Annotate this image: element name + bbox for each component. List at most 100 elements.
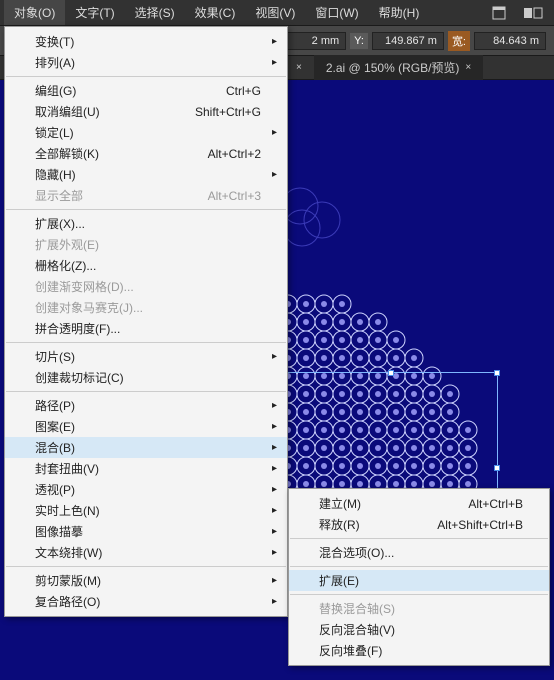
- tab-close-icon[interactable]: ×: [465, 62, 471, 73]
- menu-item-label: 图像描摹: [35, 523, 83, 540]
- menu-item-shortcut: Ctrl+G: [226, 84, 261, 98]
- blend-submenu-item[interactable]: 反向混合轴(V): [289, 619, 549, 640]
- arrange-icon[interactable]: [522, 4, 544, 22]
- object-menu-item[interactable]: 编组(G) Ctrl+G: [5, 80, 287, 101]
- menu-item-label: 反向混合轴(V): [319, 621, 395, 638]
- blend-submenu-item[interactable]: 扩展(E): [289, 570, 549, 591]
- object-menu-item[interactable]: 路径(P): [5, 395, 287, 416]
- menubar: 对象(O) 文字(T) 选择(S) 效果(C) 视图(V) 窗口(W) 帮助(H…: [0, 0, 554, 26]
- menu-item-label: 拼合透明度(F)...: [35, 320, 120, 337]
- menu-separator: [6, 566, 286, 567]
- menu-item-label: 扩展(X)...: [35, 215, 85, 232]
- blend-submenu-item: 替换混合轴(S): [289, 598, 549, 619]
- object-menu-item[interactable]: 拼合透明度(F)...: [5, 318, 287, 339]
- menu-item-label: 显示全部: [35, 187, 83, 204]
- menu-separator: [290, 594, 548, 595]
- object-menu-item[interactable]: 图像描摹: [5, 521, 287, 542]
- object-menu-item[interactable]: 全部解锁(K) Alt+Ctrl+2: [5, 143, 287, 164]
- menu-type[interactable]: 文字(T): [65, 0, 124, 25]
- menu-item-label: 混合选项(O)...: [319, 544, 394, 561]
- menu-item-label: 创建对象马赛克(J)...: [35, 299, 143, 316]
- menu-item-label: 全部解锁(K): [35, 145, 99, 162]
- menu-item-label: 创建裁切标记(C): [35, 369, 124, 386]
- menu-item-label: 建立(M): [319, 495, 361, 512]
- menu-item-label: 隐藏(H): [35, 166, 76, 183]
- document-tab[interactable]: 2.ai @ 150% (RGB/预览) ×: [314, 55, 483, 80]
- menu-item-label: 透视(P): [35, 481, 75, 498]
- w-value[interactable]: 84.643 m: [474, 32, 546, 50]
- menu-item-label: 图案(E): [35, 418, 75, 435]
- object-menu-item[interactable]: 文本绕排(W): [5, 542, 287, 563]
- object-menu-item: 创建对象马赛克(J)...: [5, 297, 287, 318]
- menu-item-label: 创建渐变网格(D)...: [35, 278, 134, 295]
- menu-item-label: 实时上色(N): [35, 502, 100, 519]
- menu-select[interactable]: 选择(S): [125, 0, 185, 25]
- menu-help[interactable]: 帮助(H): [369, 0, 430, 25]
- menu-item-label: 扩展外观(E): [35, 236, 99, 253]
- menu-item-label: 替换混合轴(S): [319, 600, 395, 617]
- object-menu-item[interactable]: 混合(B): [5, 437, 287, 458]
- blend-submenu: 建立(M) Alt+Ctrl+B 释放(R) Alt+Shift+Ctrl+B 混合选项…: [288, 488, 550, 666]
- menu-item-label: 混合(B): [35, 439, 75, 456]
- y-value[interactable]: 149.867 m: [372, 32, 444, 50]
- menu-item-shortcut: Alt+Shift+Ctrl+B: [437, 518, 523, 532]
- menu-separator: [6, 209, 286, 210]
- object-menu-item[interactable]: 扩展(X)...: [5, 213, 287, 234]
- menu-object[interactable]: 对象(O): [4, 0, 65, 25]
- object-menu-item[interactable]: 切片(S): [5, 346, 287, 367]
- menu-separator: [290, 566, 548, 567]
- selection-handle[interactable]: [388, 370, 394, 376]
- menu-item-shortcut: Shift+Ctrl+G: [195, 105, 261, 119]
- menu-separator: [6, 76, 286, 77]
- menu-separator: [290, 538, 548, 539]
- menu-item-label: 文本绕排(W): [35, 544, 102, 561]
- tab-label: 2.ai @ 150% (RGB/预览): [326, 59, 460, 76]
- object-menu-item: 扩展外观(E): [5, 234, 287, 255]
- menu-item-label: 锁定(L): [35, 124, 74, 141]
- y-label: Y:: [350, 33, 368, 49]
- menu-item-label: 封套扭曲(V): [35, 460, 99, 477]
- selection-handle[interactable]: [494, 465, 500, 471]
- prev-tab-close-icon[interactable]: ×: [296, 62, 302, 73]
- object-menu-item[interactable]: 取消编组(U) Shift+Ctrl+G: [5, 101, 287, 122]
- blend-submenu-item[interactable]: 释放(R) Alt+Shift+Ctrl+B: [289, 514, 549, 535]
- doc-icon[interactable]: [488, 4, 510, 22]
- object-menu-item[interactable]: 实时上色(N): [5, 500, 287, 521]
- menu-item-label: 复合路径(O): [35, 593, 100, 610]
- menu-separator: [6, 391, 286, 392]
- object-menu-item[interactable]: 排列(A): [5, 52, 287, 73]
- menu-item-label: 路径(P): [35, 397, 75, 414]
- menu-item-label: 释放(R): [319, 516, 360, 533]
- object-menu-item[interactable]: 复合路径(O): [5, 591, 287, 612]
- object-menu-item[interactable]: 透视(P): [5, 479, 287, 500]
- blend-submenu-item[interactable]: 反向堆叠(F): [289, 640, 549, 661]
- object-menu-item[interactable]: 变换(T): [5, 31, 287, 52]
- menu-item-label: 切片(S): [35, 348, 75, 365]
- menu-window[interactable]: 窗口(W): [305, 0, 368, 25]
- object-menu-item[interactable]: 隐藏(H): [5, 164, 287, 185]
- object-menu-item: 创建渐变网格(D)...: [5, 276, 287, 297]
- menu-item-label: 栅格化(Z)...: [35, 257, 96, 274]
- menu-item-label: 编组(G): [35, 82, 76, 99]
- object-menu-item[interactable]: 图案(E): [5, 416, 287, 437]
- menu-view[interactable]: 视图(V): [245, 0, 305, 25]
- object-menu-item[interactable]: 创建裁切标记(C): [5, 367, 287, 388]
- menu-item-label: 取消编组(U): [35, 103, 100, 120]
- menu-item-label: 剪切蒙版(M): [35, 572, 101, 589]
- object-menu: 变换(T) 排列(A) 编组(G) Ctrl+G 取消编组(U) Shift+Ctrl+G…: [4, 26, 288, 617]
- selection-handle[interactable]: [494, 370, 500, 376]
- blend-submenu-item[interactable]: 建立(M) Alt+Ctrl+B: [289, 493, 549, 514]
- menu-item-shortcut: Alt+Ctrl+3: [208, 189, 261, 203]
- object-menu-item[interactable]: 锁定(L): [5, 122, 287, 143]
- object-menu-item: 显示全部 Alt+Ctrl+3: [5, 185, 287, 206]
- object-menu-item[interactable]: 剪切蒙版(M): [5, 570, 287, 591]
- menu-effect[interactable]: 效果(C): [185, 0, 246, 25]
- menu-item-shortcut: Alt+Ctrl+B: [468, 497, 523, 511]
- object-menu-item[interactable]: 封套扭曲(V): [5, 458, 287, 479]
- menu-item-label: 扩展(E): [319, 572, 359, 589]
- menu-item-shortcut: Alt+Ctrl+2: [208, 147, 261, 161]
- object-menu-item[interactable]: 栅格化(Z)...: [5, 255, 287, 276]
- menu-item-label: 排列(A): [35, 54, 75, 71]
- blend-submenu-item[interactable]: 混合选项(O)...: [289, 542, 549, 563]
- w-label: 宽:: [448, 31, 470, 51]
